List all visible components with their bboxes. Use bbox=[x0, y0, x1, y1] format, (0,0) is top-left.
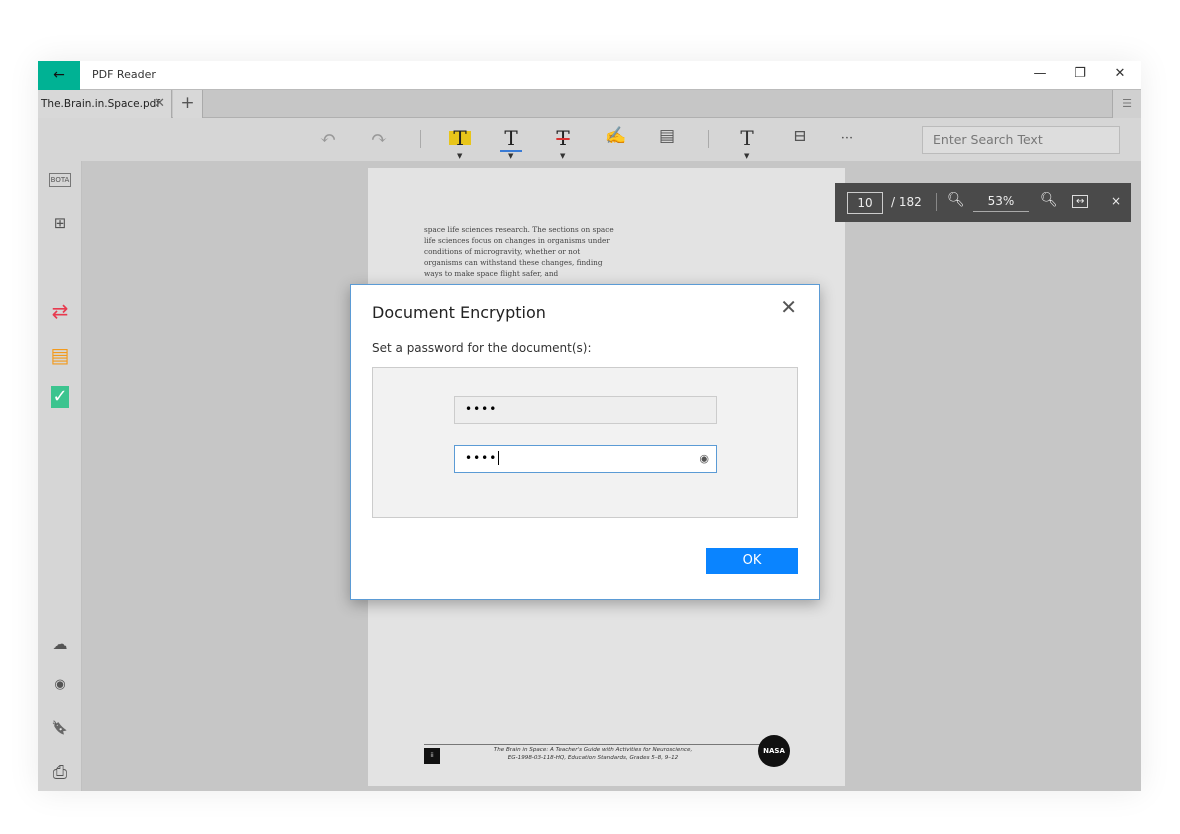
dialog-title: Document Encryption bbox=[372, 303, 546, 322]
confirm-password-value: •••• bbox=[465, 451, 498, 465]
text-icon: T bbox=[740, 126, 754, 150]
more-button[interactable]: ··· bbox=[832, 131, 862, 146]
fit-width-icon[interactable]: ↔ bbox=[1072, 195, 1089, 208]
page-number: ii bbox=[424, 748, 440, 764]
restore-button[interactable]: ❐ bbox=[1070, 66, 1090, 81]
show-password-eye-icon[interactable]: ◉ bbox=[699, 452, 710, 465]
footer-rule bbox=[424, 744, 764, 745]
add-tab-button[interactable]: + bbox=[173, 90, 203, 118]
page-zoom-bar: 10 / 182 🔍︎ 53% 🔍︎ ↔ × bbox=[835, 183, 1131, 222]
zoom-out-icon[interactable]: 🔍︎ bbox=[947, 192, 965, 208]
cloud-icon[interactable]: ☁ bbox=[47, 635, 73, 653]
password-panel: •••• •••• ◉ bbox=[372, 367, 798, 518]
password-input[interactable]: •••• bbox=[454, 396, 717, 424]
print-icon[interactable]: ⎙ bbox=[47, 762, 73, 783]
checklist-icon[interactable]: ✓ bbox=[51, 386, 69, 408]
convert-icon[interactable]: ⇄ bbox=[47, 299, 73, 323]
footer-line-1: The Brain in Space: A Teacher's Guide wi… bbox=[493, 747, 693, 753]
tab-menu-button[interactable]: ☰ bbox=[1112, 90, 1141, 118]
close-window-button[interactable]: ✕ bbox=[1110, 66, 1130, 81]
nasa-logo: NASA bbox=[758, 735, 790, 767]
arrow-left-icon: ← bbox=[53, 67, 65, 83]
divider bbox=[936, 193, 937, 211]
text-button[interactable]: T ▼ bbox=[732, 126, 762, 160]
close-tab-icon[interactable]: ✕ bbox=[154, 90, 165, 118]
page-footer: The Brain in Space: A Teacher's Guide wi… bbox=[468, 746, 718, 762]
strikethrough-button[interactable]: T ▼ bbox=[548, 126, 578, 160]
fax-icon[interactable]: ▤ bbox=[47, 343, 73, 367]
title-bar: ← PDF Reader — ❐ ✕ bbox=[38, 61, 1141, 90]
underline-button[interactable]: T ▼ bbox=[496, 126, 526, 160]
close-zoombar-icon[interactable]: × bbox=[1111, 194, 1121, 208]
encryption-dialog: Document Encryption ✕ Set a password for… bbox=[350, 284, 820, 600]
divider bbox=[708, 130, 709, 148]
sidebar: BOTA ⊞ ⇄ ▤ ✓ ☁ ◉ 🔖 ⎙ bbox=[38, 161, 82, 791]
highlight-button[interactable]: T ▼ bbox=[445, 126, 475, 160]
page-text: space life sciences research. The sectio… bbox=[424, 225, 614, 278]
ok-button[interactable]: OK bbox=[706, 548, 798, 574]
thumbnails-icon[interactable]: ⊞ bbox=[47, 214, 73, 232]
app-title: PDF Reader bbox=[92, 68, 156, 81]
footer-line-2: EG-1998-03-118-HQ, Education Standards, … bbox=[507, 755, 679, 761]
toolbar: ↶ ↷ T ▼ T ▼ T ▼ ✍ ▤ T ▼ ⊟ ··· Enter Search T… bbox=[38, 118, 1141, 161]
search-input[interactable]: Enter Search Text bbox=[922, 126, 1120, 154]
signature-button[interactable]: ✍ bbox=[601, 126, 631, 146]
dialog-subtitle: Set a password for the document(s): bbox=[372, 341, 592, 355]
note-button[interactable]: ▤ bbox=[652, 126, 682, 146]
bota-icon[interactable]: BOTA bbox=[49, 173, 71, 187]
redo-button[interactable]: ↷ bbox=[364, 126, 394, 150]
tab-document[interactable]: The.Brain.in.Space.pdf ✕ bbox=[38, 90, 172, 118]
underline-text-icon: T bbox=[500, 126, 522, 152]
minimize-button[interactable]: — bbox=[1030, 66, 1050, 81]
tab-label: The.Brain.in.Space.pdf bbox=[41, 98, 161, 110]
bookmark-icon[interactable]: 🔖 bbox=[47, 721, 73, 736]
highlight-text-icon: T bbox=[449, 128, 471, 148]
back-button[interactable]: ← bbox=[38, 61, 80, 90]
tab-bar: The.Brain.in.Space.pdf ✕ + ☰ bbox=[38, 90, 1141, 118]
undo-button[interactable]: ↶ bbox=[313, 126, 343, 150]
page-total: / 182 bbox=[891, 195, 922, 209]
zoom-in-icon[interactable]: 🔍︎ bbox=[1040, 192, 1058, 208]
page-number-input[interactable]: 10 bbox=[847, 192, 883, 214]
confirm-password-input[interactable]: •••• ◉ bbox=[454, 445, 717, 473]
zoom-level[interactable]: 53% bbox=[973, 194, 1029, 212]
divider bbox=[420, 130, 421, 148]
close-dialog-icon[interactable]: ✕ bbox=[780, 295, 797, 319]
strikethrough-text-icon: T bbox=[556, 126, 570, 150]
stamp-button[interactable]: ⊟ bbox=[785, 126, 815, 145]
eye-icon[interactable]: ◉ bbox=[47, 677, 73, 692]
